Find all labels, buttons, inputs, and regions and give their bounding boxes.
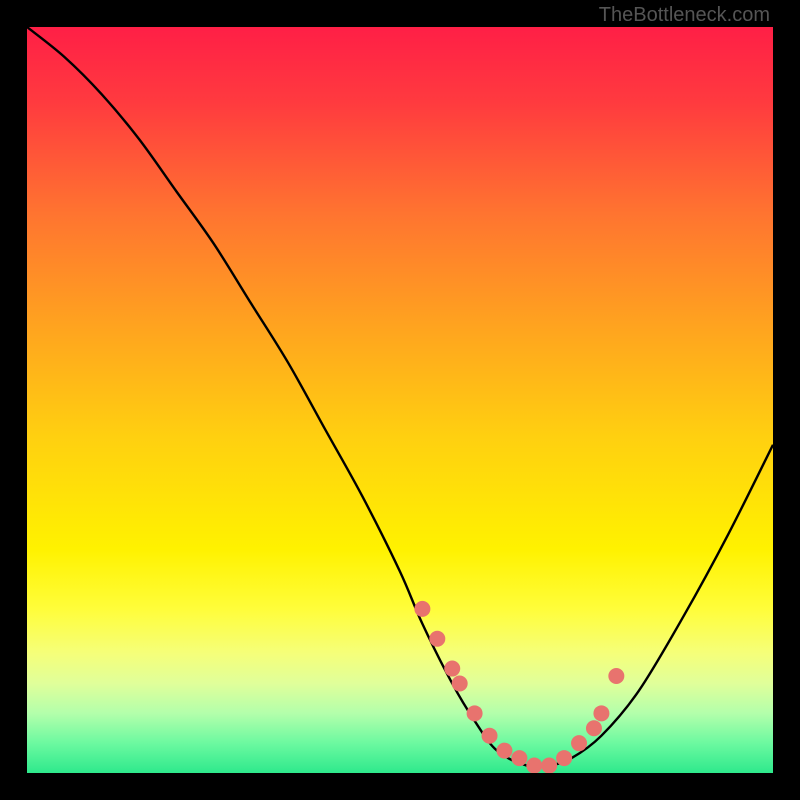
data-point	[556, 750, 572, 766]
data-point	[593, 705, 609, 721]
data-point	[496, 743, 512, 759]
data-point	[541, 758, 557, 773]
data-point	[414, 601, 430, 617]
data-point	[511, 750, 527, 766]
data-point	[571, 735, 587, 751]
bottleneck-chart	[27, 27, 773, 773]
data-point	[608, 668, 624, 684]
data-point	[452, 675, 468, 691]
data-point	[444, 661, 460, 677]
data-point	[526, 758, 542, 773]
data-point	[586, 720, 602, 736]
data-point	[482, 728, 498, 744]
data-point	[429, 631, 445, 647]
watermark-text: TheBottleneck.com	[599, 4, 770, 27]
data-point	[467, 705, 483, 721]
chart-frame	[27, 27, 773, 773]
